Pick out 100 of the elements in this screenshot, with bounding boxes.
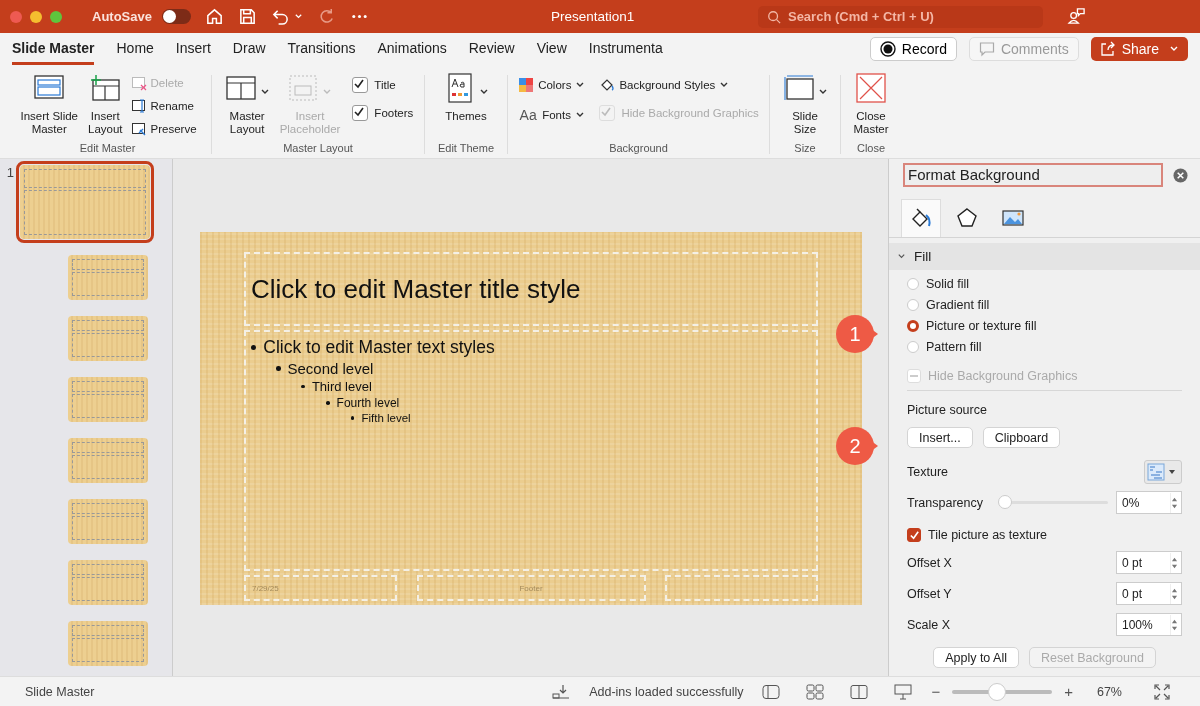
background-styles-button[interactable]: Background Styles [599,75,759,95]
save-icon[interactable] [237,7,257,26]
zoom-window-button[interactable] [50,10,62,23]
slide-thumbnail[interactable] [68,560,148,605]
presenter-icon[interactable] [894,683,913,700]
ribbon-tab[interactable]: Insert [175,33,211,65]
rename-button[interactable]: Rename [130,96,197,116]
delete-slide-icon [130,75,147,91]
bullet-text: Third level [311,379,372,394]
clipboard-button[interactable]: Clipboard [982,427,1061,448]
zoom-slider[interactable] [952,682,1053,701]
fill-option-radio[interactable]: Gradient fill [907,297,1182,313]
bullet-text: Click to edit Master text styles [263,337,495,358]
stepper-arrows-icon[interactable] [1171,556,1178,569]
field-label: Offset Y [907,586,952,601]
record-button[interactable]: Record [869,37,957,61]
slide-thumbnail[interactable] [68,316,148,361]
ribbon-tab[interactable]: Review [468,33,515,65]
tile-picture-checkbox[interactable]: Tile picture as texture [907,527,1182,543]
group-label: Edit Theme [437,142,495,156]
fonts-button[interactable]: Aa Fonts [518,105,586,125]
share-button[interactable]: Share [1090,37,1188,61]
footer-text: Footer [519,583,543,593]
group-label: Master Layout [283,142,353,156]
master-layout-button[interactable]: Master Layout [222,73,272,136]
minimize-window-button[interactable] [30,10,42,23]
slide-title: Click to edit Master title style [251,273,581,305]
title-checkbox[interactable]: Title [352,77,414,93]
view-name: Slide Master [25,684,95,699]
bullet-icon [276,366,281,371]
layout-add-icon [89,73,122,103]
body-placeholder[interactable]: Click to edit Master text styles Second level Third level Fourth level Fifth level [244,330,818,571]
home-icon[interactable] [204,7,224,26]
ribbon-tab[interactable]: View [536,33,567,65]
bullet-text: Fifth level [361,412,411,424]
footers-checkbox[interactable]: Footers [352,105,414,121]
preserve-button[interactable]: Preserve [130,119,197,139]
insert-slide-master-button[interactable]: Insert Slide Master [18,73,80,136]
record-icon [879,41,896,57]
bullet-text: Fourth level [336,396,400,410]
close-icon[interactable] [1173,167,1188,183]
insert-button[interactable]: Insert... [907,427,973,448]
normal-view-icon[interactable] [762,683,781,700]
slide-thumbnail[interactable] [68,255,148,300]
transparency-field[interactable]: 0% [1116,491,1182,514]
ribbon-tab[interactable]: Instrumenta [588,33,663,65]
ribbon-tab[interactable]: Draw [232,33,266,65]
apply-to-all-button[interactable]: Apply to All [933,647,1019,668]
status-message: Add-ins loaded successfully [589,684,744,699]
slide-thumbnail[interactable] [68,499,148,544]
fonts-icon: Aa [518,107,539,123]
texture-icon [1147,462,1165,481]
texture-label: Texture [907,464,948,479]
group-label: Close [856,142,886,156]
ribbon-tab[interactable]: Transitions [287,33,356,65]
close-master-button[interactable]: Close Master [851,73,891,136]
fill-and-line-tab[interactable] [901,199,941,237]
window-title: Presentation1 [550,9,636,24]
autosave-toggle[interactable] [161,9,191,24]
slide-thumbnail[interactable] [68,438,148,483]
insert-layout-button[interactable]: Insert Layout [86,73,125,136]
zoom-level: 67% [1096,684,1122,699]
fit-to-window-icon[interactable] [1153,683,1171,700]
stepper-arrows-icon[interactable] [1171,618,1178,631]
ribbon-tab[interactable]: Animations [377,33,447,65]
field-label: Offset X [907,555,952,570]
slide-size-icon [782,73,815,103]
spin-field[interactable]: 0 pt [1116,582,1182,605]
themes-button[interactable]: Themes [441,73,491,123]
fill-option-radio[interactable]: Picture or texture fill [907,318,1182,334]
fill-section-header[interactable]: Fill [889,243,1200,270]
pentagon-icon [955,206,979,230]
spin-field[interactable]: 100% [1116,613,1182,636]
checkmark-icon [353,78,366,90]
bullet-icon [301,384,305,389]
zoom-in-button[interactable]: + [1064,683,1073,700]
reading-view-icon[interactable] [850,683,869,700]
rename-icon [130,98,147,114]
stepper-arrows-icon[interactable] [1171,587,1178,600]
caret-icon[interactable] [293,12,303,21]
ribbon-tab[interactable]: Home [116,33,154,65]
dash-icon [910,375,918,377]
title-placeholder[interactable]: Click to edit Master title style [244,252,818,326]
checkmark-icon [908,529,920,541]
fill-option-radio[interactable]: Solid fill [907,276,1182,292]
collaborate-icon[interactable] [1066,7,1086,26]
grid-view-icon[interactable] [806,683,825,700]
slide-thumbnail[interactable] [68,621,148,666]
field-label: Scale X [907,617,951,632]
spin-field[interactable]: 0 pt [1116,551,1182,574]
stepper-arrows-icon[interactable] [1171,496,1178,509]
share-icon [1099,41,1116,57]
slide-thumbnail[interactable] [68,377,148,422]
transparency-slider[interactable] [1000,495,1109,510]
comment-icon [978,41,995,57]
colors-button[interactable]: Colors [518,75,586,95]
search-field[interactable]: Search (Cmd + Ctrl + U) [757,5,1043,28]
fill-option-radio[interactable]: Pattern fill [907,339,1182,355]
zoom-out-button[interactable]: − [931,683,941,700]
slide-size-button[interactable]: Slide Size [780,73,830,136]
